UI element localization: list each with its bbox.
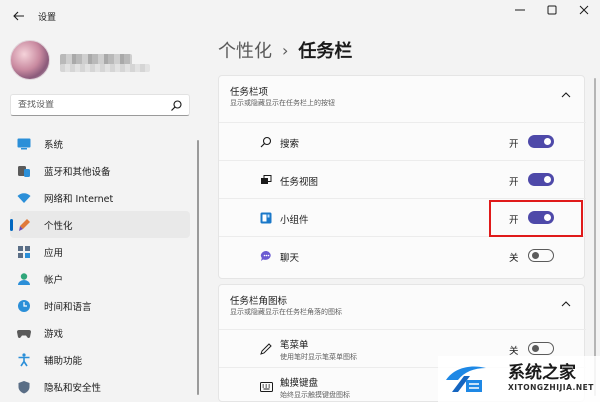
sidebar-nav: 系统 蓝牙和其他设备 网络和 Internet 个性化 应用 帐户 时间和语言 … bbox=[10, 130, 190, 400]
bluetooth-devices-icon bbox=[16, 163, 32, 179]
widgets-icon bbox=[259, 211, 273, 225]
sidebar-item-bluetooth[interactable]: 蓝牙和其他设备 bbox=[10, 157, 190, 184]
sidebar-item-label: 隐私和安全性 bbox=[44, 382, 102, 394]
page-title: 任务栏 bbox=[298, 41, 353, 62]
taskbar-items-card: 任务栏项 显示或隐藏显示在任务栏上的按钮 搜索 开 任务视图 开 小组件 开 聊… bbox=[218, 75, 586, 279]
title-bar: 设置 bbox=[0, 0, 600, 32]
watermark-text: 系统之家 bbox=[508, 363, 576, 383]
setting-label: 笔菜单 bbox=[280, 340, 309, 351]
sidebar-item-label: 蓝牙和其他设备 bbox=[44, 166, 111, 178]
chat-icon bbox=[259, 249, 273, 263]
taskbar-items-header[interactable]: 任务栏项 显示或隐藏显示在任务栏上的按钮 bbox=[219, 76, 584, 116]
toggle-state-text: 开 bbox=[509, 215, 519, 226]
watermark: 系统之家 XITONGZHIJIA.NET bbox=[438, 356, 600, 402]
sidebar-item-apps[interactable]: 应用 bbox=[10, 238, 190, 265]
sidebar-item-personalization[interactable]: 个性化 bbox=[10, 211, 190, 238]
pen-icon bbox=[259, 342, 273, 356]
task-view-icon bbox=[259, 173, 273, 187]
section-subtitle: 显示或隐藏显示在任务栏角落的图标 bbox=[230, 308, 342, 316]
search-box[interactable] bbox=[10, 94, 190, 116]
section-title: 任务栏角图标 bbox=[230, 296, 288, 307]
toggle-state-text: 关 bbox=[509, 253, 519, 264]
pen-menu-toggle[interactable] bbox=[528, 342, 554, 355]
personalization-brush-icon bbox=[16, 217, 32, 233]
keyboard-icon bbox=[259, 380, 273, 394]
close-icon bbox=[579, 5, 589, 15]
toggle-state-text: 开 bbox=[509, 139, 519, 150]
widgets-toggle[interactable] bbox=[528, 211, 554, 224]
sidebar-item-network[interactable]: 网络和 Internet bbox=[10, 184, 190, 211]
breadcrumb-parent[interactable]: 个性化 bbox=[218, 37, 272, 63]
profile-email-blurred bbox=[60, 64, 150, 72]
sidebar-item-label: 帐户 bbox=[44, 274, 64, 286]
sidebar-item-privacy[interactable]: 隐私和安全性 bbox=[10, 373, 190, 400]
gaming-icon bbox=[16, 325, 32, 341]
task-view-toggle[interactable] bbox=[528, 173, 554, 186]
user-profile[interactable] bbox=[10, 38, 200, 82]
search-icon[interactable] bbox=[170, 99, 183, 112]
system-display-icon bbox=[16, 136, 32, 152]
chevron-up-icon[interactable] bbox=[560, 90, 572, 100]
main-scrollbar[interactable] bbox=[594, 78, 596, 396]
sidebar-item-accessibility[interactable]: 辅助功能 bbox=[10, 346, 190, 373]
sidebar-item-label: 系统 bbox=[44, 139, 64, 151]
corner-icons-header[interactable]: 任务栏角图标 显示或隐藏显示在任务栏角落的图标 bbox=[219, 285, 584, 325]
setting-label: 小组件 bbox=[280, 215, 309, 226]
privacy-shield-icon bbox=[16, 379, 32, 395]
toggle-state-text: 开 bbox=[509, 177, 519, 188]
search-toggle[interactable] bbox=[528, 135, 554, 148]
setting-label: 触摸键盘 bbox=[280, 378, 319, 389]
breadcrumb: 个性化 › 任务栏 bbox=[218, 37, 352, 63]
setting-row-chat: 聊天 关 bbox=[219, 236, 586, 274]
search-input[interactable] bbox=[18, 100, 168, 110]
section-subtitle: 显示或隐藏显示在任务栏上的按钮 bbox=[230, 99, 335, 107]
chevron-up-icon[interactable] bbox=[560, 299, 572, 309]
maximize-icon bbox=[547, 5, 557, 15]
back-button[interactable] bbox=[8, 5, 30, 27]
sidebar-item-label: 时间和语言 bbox=[44, 301, 92, 313]
sidebar-item-label: 辅助功能 bbox=[44, 355, 83, 367]
minimize-button[interactable] bbox=[504, 0, 536, 20]
sidebar-item-label: 游戏 bbox=[44, 328, 64, 340]
wifi-icon bbox=[16, 190, 32, 206]
sidebar-item-system[interactable]: 系统 bbox=[10, 130, 190, 157]
sidebar-scrollbar[interactable] bbox=[197, 140, 199, 395]
toggle-state-text: 关 bbox=[509, 346, 519, 357]
setting-row-task-view: 任务视图 开 bbox=[219, 160, 586, 198]
sidebar-item-label: 网络和 Internet bbox=[44, 193, 114, 205]
sidebar-item-gaming[interactable]: 游戏 bbox=[10, 319, 190, 346]
setting-label: 聊天 bbox=[280, 253, 300, 264]
maximize-button[interactable] bbox=[536, 0, 568, 20]
breadcrumb-separator: › bbox=[282, 40, 289, 60]
sidebar-item-accounts[interactable]: 帐户 bbox=[10, 265, 190, 292]
setting-description: 始终显示触摸键盘图标 bbox=[280, 391, 350, 399]
setting-label: 任务视图 bbox=[280, 177, 319, 188]
time-language-icon bbox=[16, 298, 32, 314]
watermark-logo-icon bbox=[446, 366, 486, 392]
watermark-url: XITONGZHIJIA.NET bbox=[508, 383, 594, 392]
setting-label: 搜索 bbox=[280, 139, 300, 150]
setting-row-widgets: 小组件 开 bbox=[219, 198, 586, 236]
sidebar-item-label: 应用 bbox=[44, 247, 64, 259]
minimize-icon bbox=[515, 9, 525, 11]
sidebar-item-label: 个性化 bbox=[44, 220, 73, 232]
avatar bbox=[10, 40, 50, 80]
section-title: 任务栏项 bbox=[230, 87, 269, 98]
search-icon bbox=[259, 135, 273, 149]
accessibility-icon bbox=[16, 352, 32, 368]
account-icon bbox=[16, 271, 32, 287]
close-button[interactable] bbox=[568, 0, 600, 20]
apps-icon bbox=[16, 244, 32, 260]
setting-row-search: 搜索 开 bbox=[219, 122, 586, 160]
back-arrow-icon bbox=[13, 11, 24, 21]
chat-toggle[interactable] bbox=[528, 249, 554, 262]
setting-description: 使用笔时显示笔菜单图标 bbox=[280, 353, 357, 361]
app-title: 设置 bbox=[38, 12, 57, 23]
sidebar-item-time-language[interactable]: 时间和语言 bbox=[10, 292, 190, 319]
